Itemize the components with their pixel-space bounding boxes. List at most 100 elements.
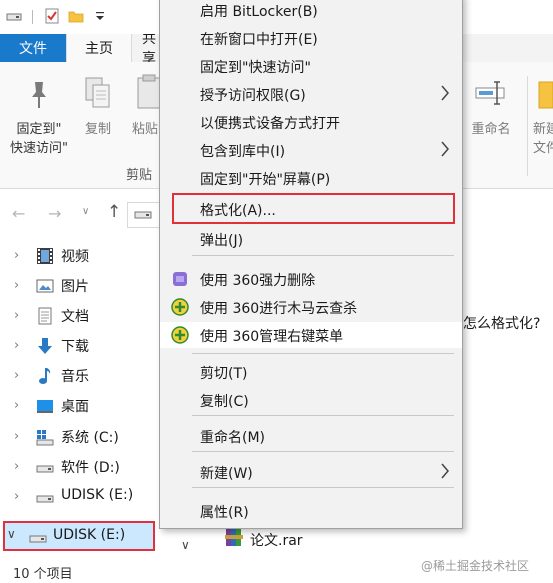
nav-item-label: 软件 (D:) bbox=[61, 460, 120, 476]
paste-button[interactable]: 粘贴 bbox=[132, 120, 162, 139]
chevron-down-icon[interactable]: ∨ bbox=[181, 538, 190, 552]
chevron-right-icon[interactable]: › bbox=[14, 248, 24, 263]
360-shred-icon bbox=[173, 272, 187, 286]
chevron-right-icon bbox=[441, 85, 449, 101]
nav-item-label: UDISK (E:) bbox=[53, 527, 126, 543]
menu-item-give-access[interactable]: 授予访问权限(G) bbox=[160, 81, 462, 107]
menu-item-label: 以便携式设备方式打开 bbox=[200, 116, 340, 132]
360-scan-icon bbox=[171, 298, 189, 316]
copy-button[interactable]: 复制 bbox=[80, 120, 116, 139]
chevron-right-icon bbox=[441, 463, 449, 479]
nav-item-drive-c[interactable]: › 系统 (C:) bbox=[0, 422, 160, 452]
menu-item-new[interactable]: 新建(W) bbox=[160, 459, 462, 485]
menu-item-label: 复制(C) bbox=[200, 394, 249, 410]
chevron-right-icon[interactable]: › bbox=[14, 489, 24, 504]
menu-item-cut[interactable]: 剪切(T) bbox=[160, 359, 462, 385]
tab-home[interactable]: 主页 bbox=[66, 34, 132, 62]
nav-item-downloads[interactable]: › 下载 bbox=[0, 331, 160, 361]
documents-folder-icon bbox=[38, 307, 52, 325]
menu-item-copy[interactable]: 复制(C) bbox=[160, 387, 462, 413]
chevron-right-icon[interactable]: › bbox=[14, 459, 24, 474]
menu-item-label: 新建(W) bbox=[200, 466, 253, 482]
file-name[interactable]: 论文.rar bbox=[250, 530, 303, 550]
nav-item-documents[interactable]: › 文档 bbox=[0, 301, 160, 331]
pin-icon[interactable] bbox=[26, 80, 52, 110]
item-count: 10 个项目 bbox=[13, 567, 73, 582]
context-menu: 启用 BitLocker(B) 在新窗口中打开(E) 固定到"快速访问" 授予访… bbox=[159, 0, 463, 529]
pin-quick-access-button[interactable]: 固定到" 快速访问" bbox=[4, 120, 74, 158]
nav-item-music[interactable]: › 音乐 bbox=[0, 361, 160, 391]
menu-item-360-manage-menu[interactable]: 使用 360管理右键菜单 bbox=[160, 322, 462, 348]
menu-item-label: 重命名(M) bbox=[200, 430, 266, 446]
new-folder-icon[interactable] bbox=[68, 8, 84, 24]
chevron-right-icon[interactable]: › bbox=[14, 278, 24, 293]
menu-item-open-portable-device[interactable]: 以便携式设备方式打开 bbox=[160, 109, 462, 135]
watermark: @稀土掘金技术社区 bbox=[421, 559, 530, 573]
menu-separator bbox=[192, 353, 454, 354]
nav-item-label: 系统 (C:) bbox=[61, 430, 119, 446]
nav-item-label: 视频 bbox=[61, 249, 89, 265]
copy-icon[interactable] bbox=[84, 76, 112, 110]
chevron-right-icon[interactable]: › bbox=[14, 429, 24, 444]
rar-archive-icon[interactable] bbox=[224, 527, 244, 547]
menu-item-label: 剪切(T) bbox=[200, 366, 248, 382]
new-folder-label-line2: 文件 bbox=[533, 141, 553, 156]
drive-icon[interactable] bbox=[6, 8, 22, 24]
menu-item-360-trojan-scan[interactable]: 使用 360进行木马云查杀 bbox=[160, 294, 462, 320]
up-arrow-icon[interactable]: ↑ bbox=[107, 202, 121, 222]
downloads-folder-icon bbox=[38, 338, 52, 354]
nav-item-desktop[interactable]: › 桌面 bbox=[0, 391, 160, 421]
menu-item-rename[interactable]: 重命名(M) bbox=[160, 423, 462, 449]
new-folder-icon[interactable] bbox=[537, 78, 553, 110]
menu-item-include-in-library[interactable]: 包含到库中(I) bbox=[160, 137, 462, 163]
rename-button[interactable]: 重命名 bbox=[466, 120, 516, 139]
menu-separator bbox=[192, 487, 454, 488]
chevron-down-icon[interactable]: ∨ bbox=[7, 527, 16, 541]
new-folder-button[interactable]: 新建 文件 bbox=[533, 120, 553, 158]
menu-item-format[interactable]: 格式化(A)... bbox=[160, 196, 462, 222]
address-field[interactable] bbox=[127, 202, 161, 228]
tab-file[interactable]: 文件 bbox=[0, 34, 66, 62]
menu-item-pin-start[interactable]: 固定到"开始"屏幕(P) bbox=[160, 165, 462, 191]
nav-item-pictures[interactable]: › 图片 bbox=[0, 271, 160, 301]
drive-icon bbox=[134, 211, 152, 219]
nav-item-label: UDISK (E:) bbox=[61, 487, 134, 503]
pin-quick-access-label-line2: 快速访问" bbox=[10, 141, 68, 156]
menu-item-360-shred[interactable]: 使用 360强力删除 bbox=[160, 266, 462, 292]
usb-drive-icon bbox=[36, 495, 54, 503]
nav-item-label: 桌面 bbox=[61, 399, 89, 415]
menu-item-label: 使用 360进行木马云查杀 bbox=[200, 301, 358, 317]
properties-checkbox-icon[interactable] bbox=[44, 8, 60, 24]
nav-item-udisk-e-selected[interactable]: ∨ UDISK (E:) bbox=[3, 521, 155, 551]
360-menu-icon bbox=[171, 326, 189, 344]
recent-locations-chevron-icon[interactable]: ∨ bbox=[82, 206, 89, 217]
menu-item-label: 格式化(A)... bbox=[200, 203, 276, 219]
menu-item-open-new-window[interactable]: 在新窗口中打开(E) bbox=[160, 25, 462, 51]
pictures-folder-icon bbox=[36, 279, 54, 293]
menu-item-pin-quick-access[interactable]: 固定到"快速访问" bbox=[160, 53, 462, 79]
chevron-right-icon[interactable]: › bbox=[14, 368, 24, 383]
menu-item-label: 授予访问权限(G) bbox=[200, 88, 306, 104]
menu-item-bitlocker[interactable]: 启用 BitLocker(B) bbox=[160, 0, 462, 23]
clipboard-group-label: 剪贴 bbox=[126, 168, 153, 183]
chevron-right-icon[interactable]: › bbox=[14, 398, 24, 413]
nav-item-drive-d[interactable]: › 软件 (D:) bbox=[0, 452, 160, 482]
nav-item-label: 下载 bbox=[61, 339, 89, 355]
forward-arrow-icon[interactable]: → bbox=[48, 204, 61, 223]
menu-item-label: 固定到"快速访问" bbox=[200, 60, 311, 76]
paste-icon[interactable] bbox=[136, 74, 160, 112]
rename-icon[interactable] bbox=[474, 74, 506, 110]
chevron-right-icon[interactable]: › bbox=[14, 308, 24, 323]
customize-toolbar-chevron-icon[interactable] bbox=[92, 8, 108, 24]
menu-item-eject[interactable]: 弹出(J) bbox=[160, 226, 462, 252]
nav-item-udisk-e[interactable]: › UDISK (E:) bbox=[0, 482, 160, 512]
nav-item-videos[interactable]: › 视频 bbox=[0, 241, 160, 271]
menu-item-properties[interactable]: 属性(R) bbox=[160, 498, 462, 524]
new-folder-label-line1: 新建 bbox=[533, 122, 553, 137]
video-folder-icon bbox=[37, 248, 53, 264]
menu-item-label: 包含到库中(I) bbox=[200, 144, 286, 160]
back-arrow-icon[interactable]: ← bbox=[12, 204, 25, 223]
menu-item-label: 启用 BitLocker(B) bbox=[200, 4, 318, 20]
chevron-right-icon[interactable]: › bbox=[14, 338, 24, 353]
menu-separator bbox=[192, 451, 454, 452]
